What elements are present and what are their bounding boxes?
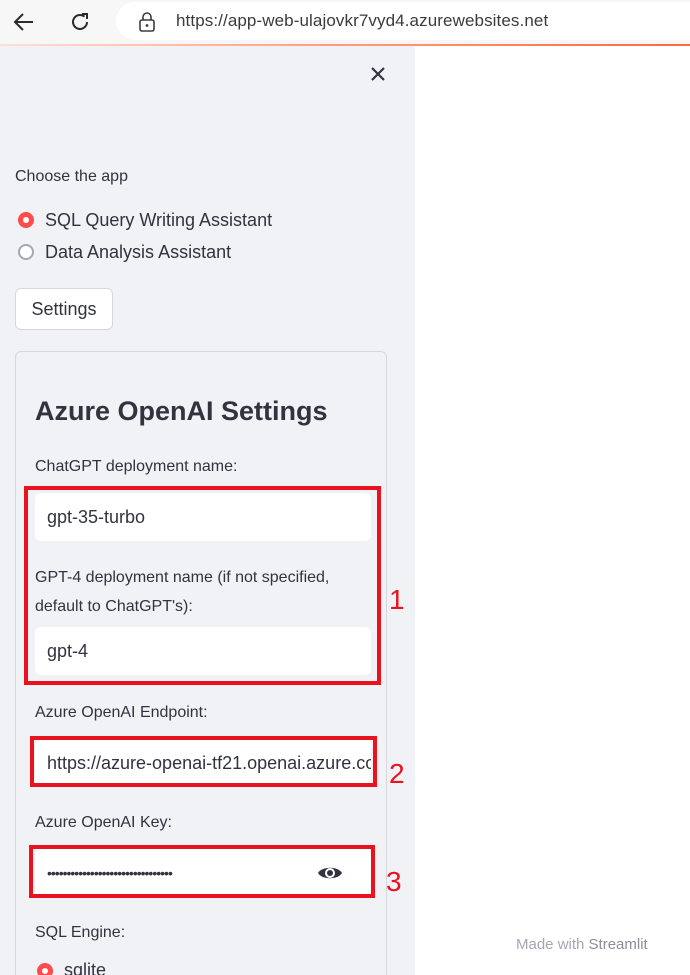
footer-brand: Streamlit bbox=[588, 936, 648, 953]
radio-sqlite[interactable]: sqlite bbox=[37, 960, 106, 975]
highlight-label-3: 3 bbox=[386, 866, 402, 897]
api-key-label: Azure OpenAI Key: bbox=[35, 814, 172, 831]
radio-selected-icon bbox=[37, 962, 53, 975]
radio-selected-icon bbox=[18, 212, 34, 228]
back-button[interactable] bbox=[8, 6, 40, 38]
back-arrow-icon bbox=[13, 13, 33, 31]
close-icon bbox=[371, 67, 385, 81]
radio-label: SQL Query Writing Assistant bbox=[45, 209, 273, 230]
sql-engine-label: SQL Engine: bbox=[35, 924, 126, 941]
highlight-box-1 bbox=[24, 486, 381, 685]
address-bar[interactable]: https://app-web-ulajovkr7vyd4.azurewebsi… bbox=[116, 2, 690, 40]
settings-button[interactable]: Settings bbox=[15, 288, 113, 330]
panel-title: Azure OpenAI Settings bbox=[35, 396, 328, 426]
highlight-box-3 bbox=[29, 845, 375, 898]
radio-label: Data Analysis Assistant bbox=[45, 241, 232, 262]
reload-icon bbox=[72, 13, 88, 30]
radio-sql-assistant[interactable]: SQL Query Writing Assistant bbox=[18, 208, 272, 232]
browser-toolbar: https://app-web-ulajovkr7vyd4.azurewebsi… bbox=[0, 0, 690, 44]
endpoint-label: Azure OpenAI Endpoint: bbox=[35, 704, 208, 721]
radio-data-analysis-assistant[interactable]: Data Analysis Assistant bbox=[18, 240, 231, 264]
radio-label: sqlite bbox=[64, 960, 107, 975]
highlight-box-2 bbox=[30, 736, 377, 787]
highlight-label-1: 1 bbox=[389, 584, 405, 615]
radio-unselected-icon bbox=[18, 244, 34, 260]
lock-icon bbox=[139, 12, 155, 32]
url-text: https://app-web-ulajovkr7vyd4.azurewebsi… bbox=[176, 11, 549, 30]
choose-app-label: Choose the app bbox=[15, 168, 128, 185]
highlight-label-2: 2 bbox=[389, 758, 405, 789]
footer-made-with: Made with bbox=[516, 936, 585, 953]
reload-button[interactable] bbox=[64, 6, 96, 38]
chatgpt-deployment-label: ChatGPT deployment name: bbox=[35, 458, 238, 475]
made-with-streamlit-footer[interactable]: Made with Streamlit bbox=[516, 936, 648, 953]
close-sidebar-button[interactable] bbox=[366, 62, 390, 86]
